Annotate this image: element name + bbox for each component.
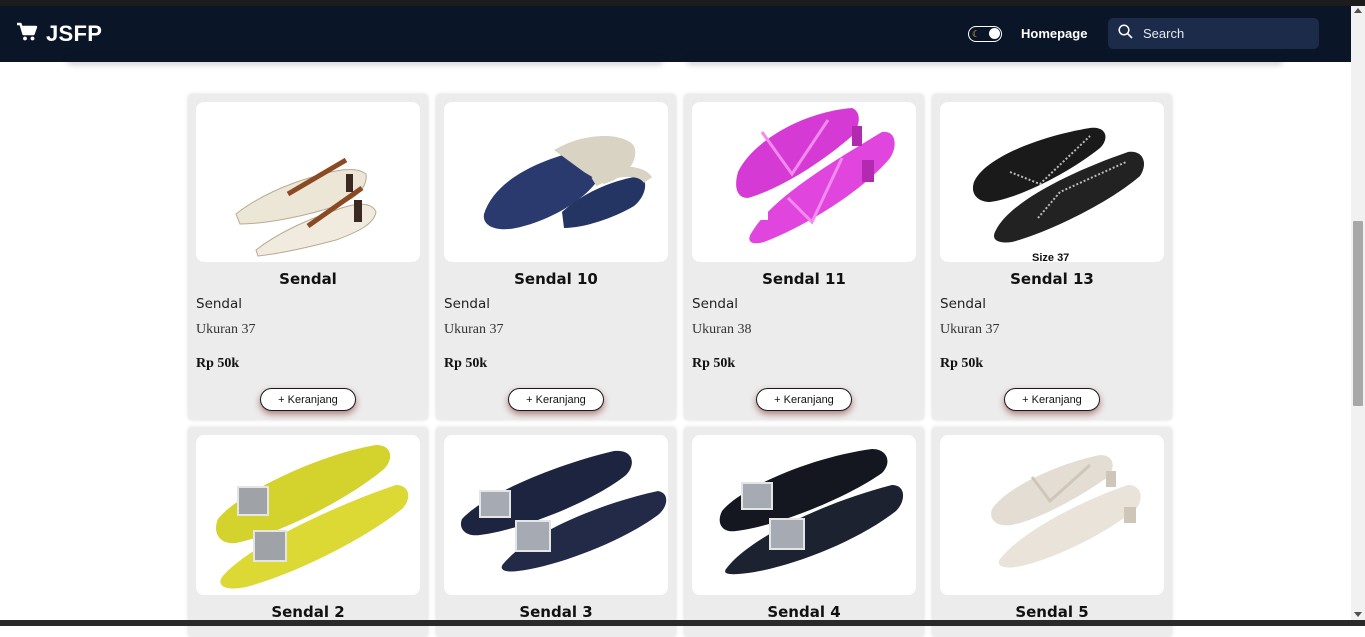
product-price: Rp 50k xyxy=(196,356,240,371)
product-name: Sendal xyxy=(279,270,337,288)
product-image[interactable] xyxy=(940,435,1164,595)
product-name: Sendal 4 xyxy=(767,603,841,621)
product-card: Sendal 2 xyxy=(188,427,428,637)
add-to-cart-button[interactable]: + Keranjang xyxy=(756,388,852,411)
product-name: Sendal 3 xyxy=(519,603,593,621)
product-image[interactable] xyxy=(196,102,420,262)
navy-knit-mule-icon xyxy=(483,135,653,230)
product-card: Sendal 3 xyxy=(436,427,676,637)
page-scrollbar[interactable] xyxy=(1351,6,1365,620)
image-size-caption: Size 37 xyxy=(1032,252,1070,262)
product-name: Sendal 5 xyxy=(1015,603,1089,621)
black-jewel-flat-icon xyxy=(719,449,904,575)
browser-bottom-strip xyxy=(0,620,1365,626)
product-name: Sendal 10 xyxy=(514,270,598,288)
scroll-up-arrow-icon[interactable] xyxy=(1354,8,1362,13)
product-name: Sendal 2 xyxy=(271,603,345,621)
moon-icon: ☾ xyxy=(972,29,981,39)
scroll-down-arrow-icon[interactable] xyxy=(1354,612,1362,617)
navy-jewel-slingback-icon xyxy=(460,450,667,572)
yellow-jewel-slingback-icon xyxy=(216,445,409,589)
previous-row-shadow xyxy=(66,56,664,62)
nav-link-homepage[interactable]: Homepage xyxy=(1021,6,1087,62)
search-icon xyxy=(1118,23,1133,44)
product-image[interactable] xyxy=(444,102,668,262)
scrollbar-thumb[interactable] xyxy=(1353,221,1363,406)
navbar: JSFP ☾ Homepage xyxy=(0,6,1351,62)
dark-mode-toggle[interactable]: ☾ xyxy=(968,26,1002,42)
product-category: Sendal xyxy=(196,296,243,312)
product-price: Rp 50k xyxy=(692,356,736,371)
toggle-knob xyxy=(989,28,1000,39)
add-to-cart-button[interactable]: + Keranjang xyxy=(508,388,604,411)
brand[interactable]: JSFP xyxy=(16,6,102,62)
product-size: Ukuran 37 xyxy=(940,322,1000,337)
cart-icon xyxy=(16,22,38,47)
product-card: Sendal 5 xyxy=(932,427,1172,637)
product-category: Sendal xyxy=(692,296,739,312)
product-card: Sendal 4 xyxy=(684,427,924,637)
search-box[interactable] xyxy=(1108,18,1319,49)
cream-thong-heel-icon xyxy=(991,455,1141,568)
product-image[interactable] xyxy=(444,435,668,595)
product-size: Ukuran 37 xyxy=(444,322,504,337)
add-to-cart-button[interactable]: + Keranjang xyxy=(1004,388,1100,411)
product-price: Rp 50k xyxy=(444,356,488,371)
product-card: Sendal 11 Sendal Ukuran 38 Rp 50k + Kera… xyxy=(684,94,924,420)
product-price: Rp 50k xyxy=(940,356,984,371)
previous-row-shadow xyxy=(686,56,1284,62)
product-category: Sendal xyxy=(444,296,491,312)
product-size: Ukuran 37 xyxy=(196,322,256,337)
product-image[interactable]: Size 37 xyxy=(940,102,1164,262)
add-to-cart-button[interactable]: + Keranjang xyxy=(260,388,356,411)
black-thong-sandal-icon xyxy=(972,127,1144,243)
search-input[interactable] xyxy=(1143,26,1303,41)
product-image[interactable] xyxy=(196,435,420,595)
product-category: Sendal xyxy=(940,296,987,312)
product-name: Sendal 13 xyxy=(1010,270,1094,288)
product-card: Size 37 Sendal 13 Sendal Ukuran 37 Rp 50… xyxy=(932,94,1172,420)
brand-name: JSFP xyxy=(46,21,103,46)
product-name: Sendal 11 xyxy=(762,270,846,288)
product-size: Ukuran 38 xyxy=(692,322,752,337)
cream-strap-heel-shoe-icon xyxy=(235,157,377,257)
product-image[interactable] xyxy=(692,435,916,595)
product-image[interactable] xyxy=(692,102,916,262)
pink-flip-flop-heel-icon xyxy=(736,108,895,244)
product-card: Sendal 10 Sendal Ukuran 37 Rp 50k + Kera… xyxy=(436,94,676,420)
product-card: Sendal Sendal Ukuran 37 Rp 50k + Keranja… xyxy=(188,94,428,420)
